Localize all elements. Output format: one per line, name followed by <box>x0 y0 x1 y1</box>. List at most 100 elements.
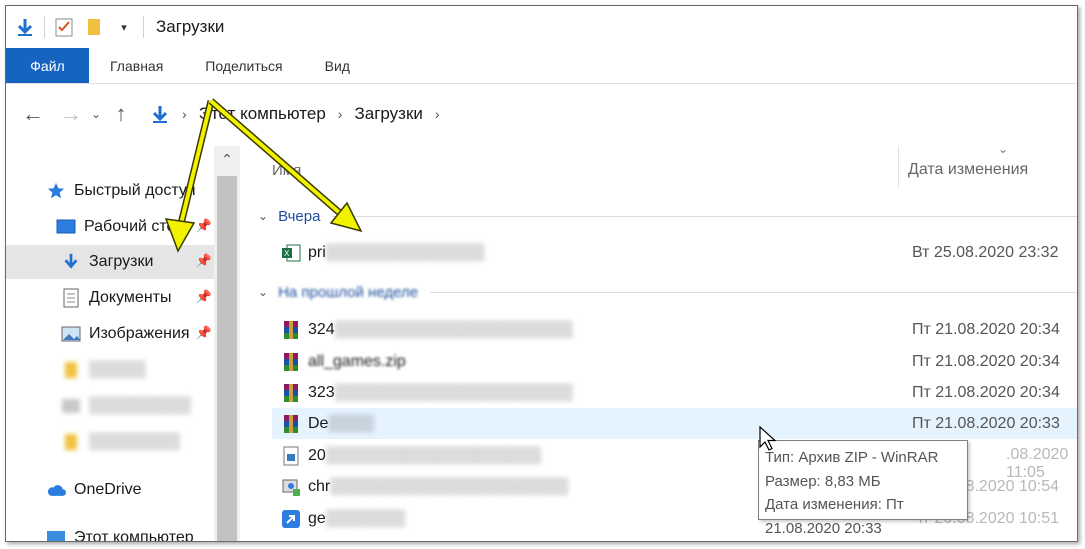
sidebar-item-blurred[interactable]: ▒▒▒▒▒▒▒▒▒ <box>6 389 214 423</box>
file-row[interactable]: 324 ▒▒▒▒▒▒▒▒▒▒▒▒▒▒▒▒▒▒▒▒▒ Пт 21.08.2020 … <box>272 314 1077 345</box>
mouse-cursor-icon <box>759 426 777 451</box>
sort-chevron-icon: ⌄ <box>998 142 1009 156</box>
divider <box>430 291 1077 293</box>
scroll-up-icon[interactable]: ⌃ <box>214 146 240 172</box>
blurred-filename: ▒▒▒▒▒▒▒▒▒▒▒▒▒▒ <box>325 243 485 261</box>
file-name: all_games.zip <box>308 352 406 370</box>
sidebar-item-this-pc[interactable]: Этот компьютер <box>6 521 214 542</box>
sidebar-item-desktop[interactable]: Рабочий стол 📌 <box>6 210 214 244</box>
up-button[interactable]: ↑ <box>106 99 136 129</box>
download-icon <box>150 104 170 124</box>
desktop-icon <box>56 217 76 237</box>
customize-dropdown-icon[interactable]: ▾ <box>113 16 135 38</box>
sidebar-item-downloads[interactable]: Загрузки 📌 <box>6 245 214 279</box>
breadcrumb[interactable]: › Этот компьютер › Загрузки › <box>150 104 452 124</box>
tab-share[interactable]: Поделиться <box>184 48 303 83</box>
title-bar: ▾ Загрузки <box>6 6 1077 48</box>
chevron-down-icon[interactable]: ⌄ <box>258 285 268 299</box>
sidebar-item-blurred[interactable]: ▒▒▒▒▒▒▒▒ <box>6 425 214 459</box>
sidebar-item-label: Быстрый доступ <box>74 182 196 199</box>
back-button[interactable]: ← <box>18 99 48 129</box>
properties-icon[interactable] <box>53 16 75 38</box>
chevron-right-icon[interactable]: › <box>435 106 440 122</box>
shortcut-icon <box>280 508 302 530</box>
column-divider[interactable] <box>898 146 899 188</box>
sidebar-scrollbar[interactable]: ⌃ <box>214 146 240 541</box>
winrar-icon <box>280 351 302 373</box>
computer-icon <box>46 528 66 541</box>
crumb-downloads[interactable]: Загрузки <box>354 104 422 124</box>
image-file-icon <box>280 445 302 467</box>
column-date[interactable]: Дата изменения <box>908 161 1028 179</box>
sidebar-item-label: Изображения <box>89 325 190 342</box>
file-row-hovered[interactable]: De ▒▒▒▒ Пт 21.08.2020 20:33 <box>272 408 1077 439</box>
explorer-window: ▾ Загрузки Файл Главная Поделиться Вид ←… <box>5 5 1078 542</box>
sidebar-item-quick-access[interactable]: Быстрый доступ <box>6 174 214 208</box>
sidebar-item-documents[interactable]: Документы 📌 <box>6 281 214 315</box>
recent-locations-button[interactable]: ⌄ <box>86 99 106 129</box>
tab-file[interactable]: Файл <box>6 48 89 83</box>
tooltip-size: Размер: 8,83 МБ <box>765 472 881 490</box>
blurred-filename: ▒▒▒▒▒▒▒▒▒▒▒▒▒▒▒▒▒▒▒ <box>325 446 542 464</box>
pin-icon[interactable]: 📌 <box>196 289 212 305</box>
pin-icon[interactable]: 📌 <box>196 218 212 234</box>
column-name[interactable]: Имя <box>272 162 301 179</box>
chevron-down-icon[interactable]: ⌄ <box>258 209 268 223</box>
divider <box>332 215 1077 217</box>
chevron-right-icon[interactable]: › <box>182 106 187 122</box>
pin-icon[interactable]: 📌 <box>196 325 212 341</box>
sidebar-item-onedrive[interactable]: OneDrive <box>6 473 214 507</box>
new-folder-icon[interactable] <box>83 16 105 38</box>
file-name: 20 <box>308 446 326 464</box>
file-name: 324 <box>308 320 335 338</box>
sidebar-item-blurred[interactable]: ▒▒▒▒▒ <box>6 353 214 387</box>
file-info-tooltip: Тип: Архив ZIP - WinRAR Размер: 8,83 МБ … <box>758 440 968 537</box>
file-date: Пт 21.08.2020 20:34 <box>912 383 1060 401</box>
document-icon <box>61 288 81 308</box>
scroll-thumb[interactable] <box>217 176 237 541</box>
folder-icon <box>61 360 81 380</box>
winrar-icon <box>280 319 302 341</box>
file-date: Пт 21.08.2020 20:34 <box>912 352 1060 370</box>
sidebar-item-pictures[interactable]: Изображения 📌 <box>6 317 214 351</box>
navigation-pane: Быстрый доступ Рабочий стол 📌 Загрузки 📌… <box>6 146 214 542</box>
file-date: Вт 25.08.2020 23:32 <box>912 243 1059 261</box>
blurred-filename: ▒▒▒▒▒▒▒▒▒▒▒▒▒▒▒▒▒▒▒▒▒ <box>334 320 573 338</box>
installer-icon <box>280 476 302 498</box>
blurred-filename: ▒▒▒▒▒▒▒ <box>325 509 406 527</box>
svg-text:X: X <box>284 249 290 258</box>
blurred-label: ▒▒▒▒▒▒▒▒ <box>89 433 180 450</box>
file-name: ge <box>308 509 326 527</box>
window-title: Загрузки <box>156 17 225 36</box>
folder-icon <box>61 432 81 452</box>
crumb-this-pc[interactable]: Этот компьютер <box>199 104 326 124</box>
chevron-right-icon[interactable]: › <box>338 106 343 122</box>
tab-view[interactable]: Вид <box>304 48 371 83</box>
file-row[interactable]: all_games.zip Пт 21.08.2020 20:34 <box>272 346 1077 377</box>
download-icon <box>61 252 81 272</box>
file-row[interactable]: X pri ▒▒▒▒▒▒▒▒▒▒▒▒▒▒ Вт 25.08.2020 23:32 <box>272 237 1077 268</box>
separator <box>143 16 144 38</box>
group-header-last-week[interactable]: ⌄ На прошлой неделе <box>258 280 1077 304</box>
sidebar-item-label: Документы <box>89 289 172 306</box>
sidebar-item-label: Этот компьютер <box>74 529 194 542</box>
blurred-label: ▒▒▒▒▒▒▒▒▒ <box>89 397 192 414</box>
file-date: Пт 21.08.2020 20:33 <box>912 414 1060 432</box>
cloud-icon <box>46 480 66 500</box>
blurred-filename: ▒▒▒▒ <box>328 414 374 432</box>
file-name: 323 <box>308 383 335 401</box>
file-name: De <box>308 414 329 432</box>
navigation-bar: ← → ⌄ ↑ › Этот компьютер › Загрузки › <box>6 86 1077 142</box>
blurred-label: ▒▒▒▒▒ <box>89 361 146 378</box>
forward-button[interactable]: → <box>56 99 86 129</box>
excel-icon: X <box>280 242 302 264</box>
file-name: pri <box>308 243 326 261</box>
group-header-yesterday[interactable]: ⌄ Вчера <box>258 204 1077 228</box>
tooltip-modified: Дата изменения: Пт 21.08.2020 20:33 <box>765 496 904 537</box>
tab-home[interactable]: Главная <box>89 48 184 83</box>
download-icon[interactable] <box>14 16 36 38</box>
separator <box>44 16 45 38</box>
file-date: Пт 21.08.2020 20:34 <box>912 320 1060 338</box>
pin-icon[interactable]: 📌 <box>196 253 212 269</box>
file-row[interactable]: 323 ▒▒▒▒▒▒▒▒▒▒▒▒▒▒▒▒▒▒▒▒▒ Пт 21.08.2020 … <box>272 377 1077 408</box>
